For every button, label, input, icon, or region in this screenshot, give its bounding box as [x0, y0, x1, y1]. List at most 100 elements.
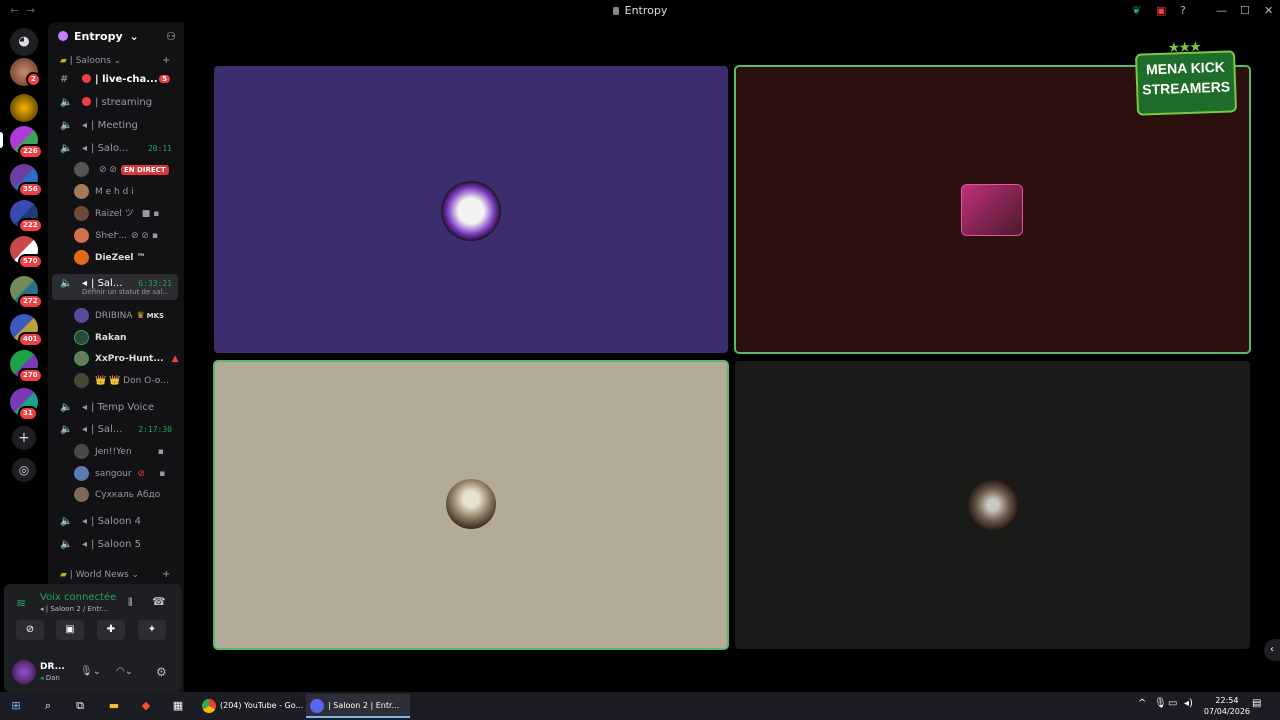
server-header[interactable]: Entropy ⌄ ⚇: [48, 22, 184, 54]
invite-people-icon[interactable]: ⚇: [166, 30, 176, 43]
channel-saloon-4[interactable]: 🔈 ◂ | Saloon 4: [52, 512, 178, 532]
speaker-icon: 🔈: [60, 424, 73, 435]
server-folder-7[interactable]: 270: [10, 350, 43, 383]
minimize-button[interactable]: —: [1216, 4, 1227, 17]
noise-suppression-icon[interactable]: ⫴: [128, 596, 133, 610]
participant-tile-4[interactable]: [735, 361, 1250, 649]
system-clock[interactable]: 22:54 07/04/2026: [1204, 695, 1250, 717]
voice-user[interactable]: DRIBINA ♛ MKS: [74, 308, 164, 326]
microphone-tray-icon[interactable]: 🎙: [1154, 698, 1167, 709]
create-channel-icon[interactable]: +: [162, 569, 170, 580]
channel-saloon-5[interactable]: 🔈 ◂ | Saloon 5: [52, 535, 178, 555]
close-button[interactable]: ✕: [1264, 4, 1273, 17]
headphones-icon[interactable]: ◠⌄: [116, 666, 133, 677]
windows-start-icon[interactable]: ⊞: [8, 696, 24, 716]
voice-channel-link[interactable]: ◂ | Saloon 2 / Entr...: [40, 605, 108, 613]
avatar: [74, 206, 89, 221]
voice-user[interactable]: DieZeel ™: [74, 250, 146, 268]
direct-messages-button[interactable]: ◕: [10, 28, 38, 56]
user-panel: DR... ◂ Dan 🎙⌄ ◠⌄ ⚙: [4, 656, 182, 692]
activities-button[interactable]: ✚: [97, 620, 125, 640]
voice-channel-label: | Saloon 2 / Entr...: [45, 605, 109, 613]
voice-user[interactable]: 👑 👑 Don O-o...: [74, 373, 169, 391]
discover-button[interactable]: ◎: [10, 458, 38, 482]
sound-icon: ◂: [82, 516, 88, 527]
mention-badge: 570: [18, 254, 43, 269]
plus-icon: +: [12, 426, 36, 450]
channel-meeting[interactable]: 🔈 ◂ | Meeting: [52, 116, 178, 136]
channel-status[interactable]: Définir un statut de sal...: [82, 288, 169, 296]
signal-icon[interactable]: ≋: [16, 596, 26, 610]
help-icon[interactable]: ?: [1180, 4, 1186, 17]
taskbar-app-youtube[interactable]: (204) YouTube - Go...: [198, 694, 303, 718]
channel-temp-voice[interactable]: 🔈 ◂ | Temp Voice: [52, 398, 178, 418]
category-world-news[interactable]: ▰ | World News ⌄ +: [60, 569, 170, 580]
voice-user[interactable]: XxPro-Hunt... ▲: [74, 351, 179, 369]
deafened-icon: ▪: [157, 447, 164, 457]
channel-streaming[interactable]: 🔈 | streaming: [52, 93, 178, 113]
camera-off-button[interactable]: ⊘: [16, 620, 44, 640]
voice-user[interactable]: Rakan: [74, 330, 126, 348]
file-explorer-icon[interactable]: ▬: [106, 696, 122, 716]
task-view-icon[interactable]: ⧉: [72, 696, 88, 716]
participant-tile-3[interactable]: [213, 360, 729, 650]
window-title-text: Entropy: [624, 4, 668, 17]
server-icon-1[interactable]: 2: [10, 58, 41, 87]
windows-taskbar: ⊞ ⌕ ⧉ ▬ ◆ ▦ (204) YouTube - Go... | Salo…: [0, 692, 1280, 720]
chevron-up-icon[interactable]: ^: [1138, 698, 1146, 709]
screen-share-icon: ▣: [65, 624, 75, 635]
category-saloons[interactable]: ▰ | Saloons ⌄ +: [60, 55, 170, 66]
network-icon[interactable]: ▭: [1168, 698, 1177, 709]
calendar-app-icon[interactable]: ▦: [170, 696, 186, 716]
voice-status[interactable]: Voix connectée: [40, 592, 116, 603]
add-server-button[interactable]: +: [10, 426, 38, 450]
voice-user[interactable]: sangour ⊘ ▪: [74, 466, 165, 484]
user-name: DR...: [40, 662, 65, 672]
search-icon[interactable]: ⌕: [40, 696, 56, 716]
avatar: [74, 466, 89, 481]
server-folder-5[interactable]: 272: [10, 276, 43, 309]
server-folder-3[interactable]: 222: [10, 200, 43, 233]
channel-label: | Saloon 5: [91, 539, 141, 550]
server-folder-2[interactable]: 356: [10, 164, 43, 197]
voice-user[interactable]: Jen!!Yen ▪: [74, 444, 164, 462]
voice-user[interactable]: ⊘ ⊘ EN DIRECT: [74, 162, 169, 180]
server-folder-8[interactable]: 31: [10, 388, 38, 421]
nitro-leaf-icon[interactable]: ❦: [1132, 4, 1141, 17]
channel-saloon-1[interactable]: 🔈 ◂ | Salo... 20:11: [52, 139, 178, 159]
taskbar-app-discord[interactable]: | Saloon 2 | Entr...: [306, 694, 410, 718]
soundboard-button[interactable]: ✦: [138, 620, 166, 640]
compass-icon: ◎: [12, 458, 36, 482]
server-icon-2[interactable]: [10, 94, 38, 122]
volume-icon[interactable]: ◂): [1184, 698, 1193, 709]
server-folder-4[interactable]: 570: [10, 236, 43, 269]
gear-icon[interactable]: ⚙: [156, 665, 167, 679]
inbox-icon[interactable]: ▣: [1156, 4, 1166, 17]
server-folder-6[interactable]: 401: [10, 314, 43, 347]
chevron-left-icon[interactable]: ‹: [1264, 639, 1280, 661]
server-folder-1[interactable]: 226: [10, 126, 43, 159]
notifications-icon[interactable]: ▤: [1252, 698, 1261, 709]
channel-saloon-2[interactable]: 🔈 ◂ | Sal... 6:33:21 Définir un statut de …: [52, 274, 178, 300]
screen-share-button[interactable]: ▣: [56, 620, 84, 640]
brave-browser-icon[interactable]: ◆: [138, 696, 154, 716]
maximize-button[interactable]: ☐: [1240, 4, 1250, 17]
voice-user[interactable]: Raizel ツ ■ ▪: [74, 206, 159, 224]
voice-user[interactable]: ՏհҽՒ... ⊘ ⊘ ▪: [74, 228, 158, 246]
voice-user[interactable]: M e h d i: [74, 184, 134, 202]
channel-live-chat[interactable]: # | live-cha... 5: [52, 70, 178, 90]
user-name: ՏհҽՒ...: [95, 231, 128, 241]
hashtag-icon: #: [60, 74, 69, 85]
taskbar-app-label: | Saloon 2 | Entr...: [328, 701, 400, 710]
avatar[interactable]: [12, 660, 36, 684]
participant-tile-1[interactable]: [214, 66, 728, 353]
microphone-icon[interactable]: 🎙⌄: [80, 666, 101, 677]
create-channel-icon[interactable]: +: [162, 55, 170, 66]
user-name: sangour: [95, 469, 132, 479]
channel-saloon-3[interactable]: 🔈 ◂ | Sal... 2:17:30: [52, 420, 178, 440]
disconnect-icon[interactable]: ☎: [152, 595, 166, 608]
voice-user[interactable]: Сухкаль Абдо: [74, 487, 160, 505]
speaker-icon: 🔈: [60, 143, 73, 154]
participant-avatar: [968, 480, 1018, 530]
mention-badge: 31: [18, 406, 38, 421]
